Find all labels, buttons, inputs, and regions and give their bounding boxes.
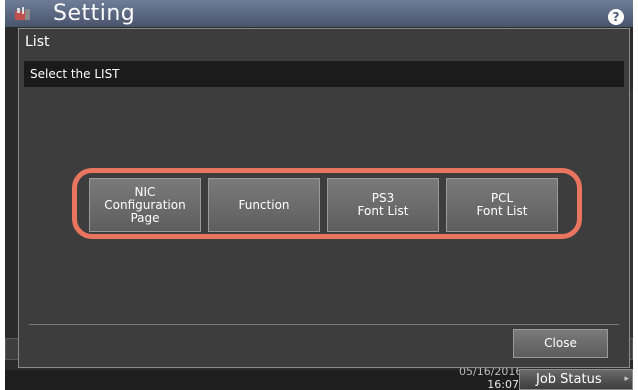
job-status-button[interactable]: Job Status ▸ — [519, 369, 633, 390]
setting-tools-icon — [15, 7, 30, 20]
help-icon[interactable]: ? — [608, 9, 624, 25]
clock-time: 16:07 — [487, 378, 519, 390]
ps3-font-list-button[interactable]: PS3 Font List — [327, 178, 439, 232]
touch-panel-screen: Setting ? 05/16/2016 16:07 Job Status ▸ … — [5, 0, 633, 390]
close-button[interactable]: Close — [513, 329, 608, 358]
clock-date: 05/16/2016 — [459, 365, 523, 378]
divider — [29, 324, 619, 325]
function-button[interactable]: Function — [208, 178, 320, 232]
clock: 05/16/2016 16:07 — [459, 365, 523, 390]
job-status-label: Job Status — [536, 372, 602, 387]
app-title: Setting — [53, 1, 136, 26]
background-panel — [5, 338, 19, 360]
chevron-right-icon: ▸ — [624, 374, 629, 384]
instruction-message: Select the LIST — [24, 61, 624, 87]
list-dialog: List Select the LIST NIC Configuration P… — [18, 28, 630, 368]
dialog-title: List — [25, 34, 50, 50]
nic-configuration-page-button[interactable]: NIC Configuration Page — [89, 178, 201, 232]
app-header: Setting ? — [5, 0, 633, 27]
pcl-font-list-button[interactable]: PCL Font List — [446, 178, 558, 232]
